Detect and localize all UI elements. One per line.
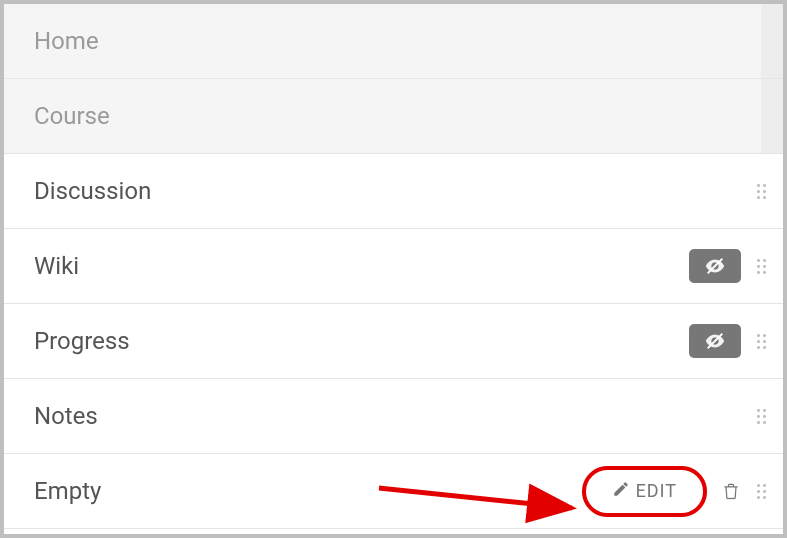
pencil-icon <box>612 480 630 503</box>
nav-row-actions <box>755 409 767 424</box>
nav-row: Home <box>4 4 783 79</box>
nav-row-actions <box>689 324 767 358</box>
nav-row-label: Empty <box>34 477 101 505</box>
nav-row: Wiki <box>4 229 783 304</box>
nav-row: Progress <box>4 304 783 379</box>
nav-row-label: Notes <box>34 402 98 430</box>
nav-item-list: Home Course Discussion Wiki Progress Notes Emp… <box>4 4 783 529</box>
edit-button-highlight: EDIT <box>582 466 707 517</box>
drag-handle-icon[interactable] <box>755 484 767 499</box>
nav-row: Empty EDIT <box>4 454 783 529</box>
nav-row: Course <box>4 79 783 154</box>
edit-button-label: EDIT <box>636 481 677 502</box>
drag-handle-icon[interactable] <box>755 334 767 349</box>
delete-button[interactable] <box>721 481 741 501</box>
drag-handle-icon[interactable] <box>755 259 767 274</box>
nav-row: Discussion <box>4 154 783 229</box>
visibility-hidden-badge[interactable] <box>689 249 741 283</box>
nav-row: Notes <box>4 379 783 454</box>
nav-row-label: Discussion <box>34 177 151 205</box>
drag-handle-icon[interactable] <box>755 184 767 199</box>
nav-row-actions <box>689 249 767 283</box>
visibility-hidden-badge[interactable] <box>689 324 741 358</box>
nav-row-actions <box>755 184 767 199</box>
nav-row-label: Course <box>34 102 110 130</box>
edit-button[interactable]: EDIT <box>598 474 691 509</box>
drag-handle-icon[interactable] <box>755 409 767 424</box>
nav-row-actions: EDIT <box>582 466 767 517</box>
nav-row-label: Wiki <box>34 252 79 280</box>
nav-row-label: Home <box>34 27 99 55</box>
nav-row-label: Progress <box>34 327 130 355</box>
